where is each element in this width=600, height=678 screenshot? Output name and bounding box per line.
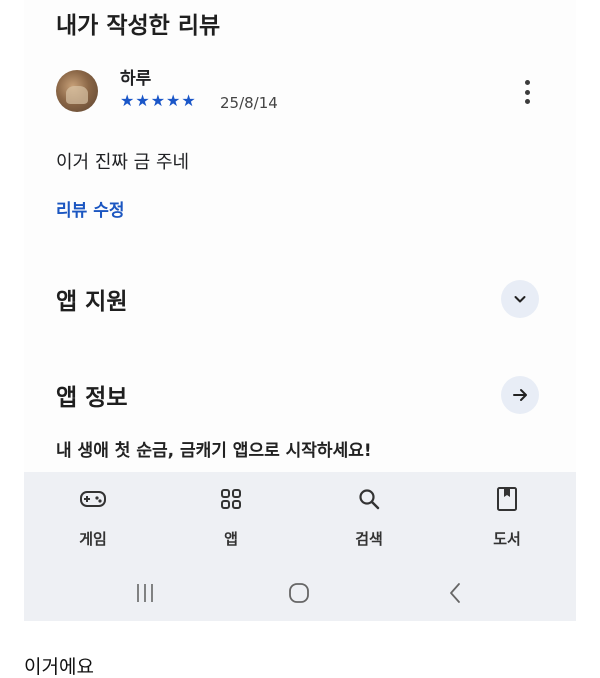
more-options-icon[interactable]	[516, 78, 538, 106]
search-icon	[354, 484, 384, 514]
avatar	[56, 70, 98, 112]
bottom-nav: 게임 앱 검색 도서	[24, 472, 576, 564]
system-nav-bar	[24, 564, 576, 621]
nav-label: 검색	[355, 530, 383, 548]
app-info-button[interactable]	[501, 376, 539, 414]
apps-grid-icon	[216, 484, 246, 514]
arrow-right-icon	[513, 389, 527, 401]
nav-label: 게임	[79, 530, 107, 548]
nav-item-games[interactable]: 게임	[24, 472, 162, 564]
app-support-title[interactable]: 앱 지원	[56, 282, 128, 316]
app-screenshot: 내가 작성한 리뷰 하루 ★★★★★ 25/8/14 이거 진짜 금 주네 리뷰…	[24, 0, 576, 621]
star-rating: ★★★★★	[120, 91, 197, 110]
recent-apps-icon[interactable]	[125, 576, 165, 610]
review-date: 25/8/14	[220, 94, 278, 112]
my-reviews-title: 내가 작성한 리뷰	[56, 13, 221, 39]
back-icon[interactable]	[435, 576, 475, 610]
book-icon	[492, 484, 522, 514]
nav-item-books[interactable]: 도서	[438, 472, 576, 564]
app-description: 내 생애 첫 순금, 금캐기 앱으로 시작하세요!	[56, 441, 372, 461]
chevron-down-icon	[514, 296, 526, 303]
gamepad-icon	[78, 484, 108, 514]
review-text: 이거 진짜 금 주네	[56, 152, 190, 173]
nav-label: 앱	[224, 530, 238, 548]
home-icon[interactable]	[279, 576, 319, 610]
reviewer-name: 하루	[120, 69, 152, 89]
nav-item-apps[interactable]: 앱	[162, 472, 300, 564]
nav-item-search[interactable]: 검색	[300, 472, 438, 564]
expand-support-button[interactable]	[501, 280, 539, 318]
caption-text: 이거에요	[24, 656, 94, 678]
app-info-title[interactable]: 앱 정보	[56, 378, 128, 412]
edit-review-link[interactable]: 리뷰 수정	[56, 196, 124, 221]
nav-label: 도서	[493, 530, 521, 548]
